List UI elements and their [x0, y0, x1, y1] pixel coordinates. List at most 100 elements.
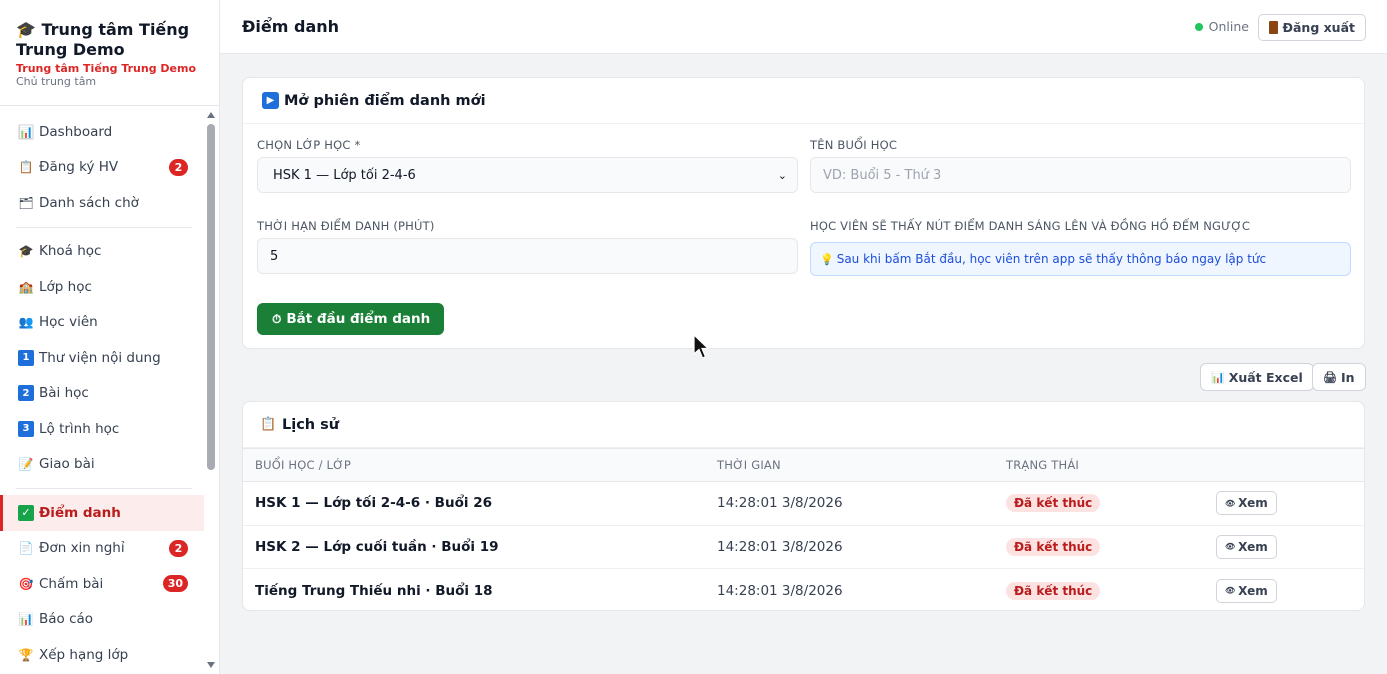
- time-cell: 14:28:01 3/8/2026: [705, 525, 994, 569]
- status-cell: Đã kết thúc: [994, 481, 1204, 526]
- status-cell: Đã kết thúc: [994, 525, 1204, 569]
- sidebar-item-attendance[interactable]: ✓ Điểm danh: [0, 495, 204, 531]
- column-header-actions: [1204, 448, 1364, 482]
- chevron-down-icon: ⌄: [777, 169, 787, 182]
- sidebar-item-class-ranking[interactable]: 🏆 Xếp hạng lớp: [0, 637, 204, 673]
- top-bar: Điểm danh Online Đăng xuất: [220, 0, 1387, 54]
- user-role: Chủ trung tâm: [16, 75, 97, 88]
- print-button[interactable]: 🖨 In: [1312, 363, 1366, 391]
- sidebar-item-label: Báo cáo: [39, 611, 94, 628]
- hint-label: HỌC VIÊN SẼ THẤY NÚT ĐIỂM DANH SÁNG LÊN …: [810, 219, 1251, 233]
- export-excel-button[interactable]: 📊 Xuất Excel: [1200, 363, 1314, 391]
- sidebar-item-label: Danh sách chờ: [39, 194, 139, 211]
- session-cell: HSK 2 — Lớp cuối tuần · Buổi 19: [243, 525, 705, 569]
- time-cell: 14:28:01 3/8/2026: [717, 582, 843, 599]
- new-session-card: ▶ Mở phiên điểm danh mới CHỌN LỚP HỌC * …: [242, 77, 1365, 349]
- sidebar-item-label: Đăng ký HV: [39, 159, 119, 176]
- brand: 🎓 Trung tâm Tiếng Trung Demo Trung tâm T…: [0, 0, 219, 106]
- divider: [0, 482, 204, 495]
- session-name-label: TÊN BUỔI HỌC: [810, 138, 898, 152]
- count-badge: 30: [162, 575, 188, 593]
- eye-icon: 👁: [1225, 586, 1236, 595]
- scroll-up-arrow-icon[interactable]: [207, 112, 215, 118]
- column-header-session: BUỔI HỌC / LỚP: [243, 448, 705, 482]
- logout-button[interactable]: Đăng xuất: [1257, 14, 1366, 41]
- sidebar-item-courses[interactable]: 🎓 Khoá học: [0, 234, 204, 270]
- brand-subtitle: Trung tâm Tiếng Trung Demo: [16, 62, 197, 75]
- sidebar-item-label: Lớp học: [39, 278, 92, 295]
- sidebar-scrollbar[interactable]: [205, 110, 217, 670]
- scroll-thumb[interactable]: [207, 124, 215, 470]
- status-badge: Đã kết thúc: [1006, 494, 1101, 513]
- view-button[interactable]: 👁 Xem: [1216, 534, 1277, 559]
- start-attendance-button[interactable]: ⏱ Bắt đầu điểm danh: [257, 303, 445, 335]
- sidebar-item-dashboard[interactable]: 📊 Dashboard: [0, 114, 204, 150]
- number-one-icon: 1: [18, 349, 34, 366]
- duration-input[interactable]: 5: [257, 238, 798, 274]
- sidebar-item-lessons[interactable]: 2 Bài học: [0, 376, 204, 412]
- history-card: 📋 Lịch sử BUỔI HỌC / LỚP THỜI GIAN TRẠNG…: [242, 401, 1365, 611]
- print-label: In: [1340, 369, 1355, 385]
- view-button[interactable]: 👁 Xem: [1216, 578, 1277, 603]
- graduation-cap-icon: 🎓: [18, 244, 34, 259]
- users-icon: 👥: [18, 315, 34, 330]
- count-badge: 2: [169, 158, 188, 176]
- class-select-label: CHỌN LỚP HỌC *: [257, 138, 361, 152]
- clipboard-icon: 📋: [260, 417, 277, 432]
- status-badge: Đã kết thúc: [1006, 537, 1101, 556]
- column-header-status: TRẠNG THÁI: [994, 448, 1204, 482]
- view-label: Xem: [1238, 583, 1268, 598]
- chart-icon: 📊: [1211, 370, 1225, 384]
- chart-icon: 📊: [18, 612, 34, 627]
- stopwatch-icon: ⏱: [272, 311, 282, 326]
- view-button[interactable]: 👁 Xem: [1216, 491, 1277, 516]
- sidebar-item-registrations[interactable]: 📋 Đăng ký HV 2: [0, 150, 204, 186]
- table-row: HSK 1 — Lớp tối 2-4-6 · Buổi 26 14:28:01…: [243, 481, 1364, 526]
- sidebar-item-waitlist[interactable]: 🗂 Danh sách chờ: [0, 185, 204, 221]
- duration-value: 5: [270, 248, 279, 264]
- document-icon: 📄: [18, 541, 34, 556]
- table-row: HSK 2 — Lớp cuối tuần · Buổi 19 14:28:01…: [243, 525, 1364, 569]
- sidebar-item-students[interactable]: 👥 Học viên: [0, 305, 204, 341]
- sidebar-item-leave-requests[interactable]: 📄 Đơn xin nghỉ 2: [0, 531, 204, 567]
- folder-icon: 🗂: [18, 195, 34, 210]
- status-cell: Đã kết thúc: [994, 569, 1204, 613]
- printer-icon: 🖨: [1323, 370, 1337, 384]
- number-two-icon: 2: [18, 385, 34, 402]
- export-excel-label: Xuất Excel: [1228, 369, 1303, 385]
- clipboard-icon: 📋: [18, 160, 34, 175]
- divider: [0, 221, 204, 234]
- card-header: 📋 Lịch sử: [243, 402, 1364, 448]
- card-header: ▶ Mở phiên điểm danh mới: [243, 78, 1364, 124]
- sidebar-item-reports[interactable]: 📊 Báo cáo: [0, 602, 204, 638]
- column-header-time: THỜI GIAN: [705, 448, 994, 482]
- sidebar-item-label: Lộ trình học: [39, 420, 120, 437]
- sidebar-item-label: Xếp hạng lớp: [39, 646, 129, 663]
- sidebar-item-learning-path[interactable]: 3 Lộ trình học: [0, 411, 204, 447]
- sidebar-item-grading[interactable]: 🎯 Chấm bài 30: [0, 566, 204, 602]
- sidebar-item-label: Điểm danh: [39, 504, 121, 521]
- school-icon: 🏫: [18, 279, 34, 294]
- class-select[interactable]: HSK 1 — Lớp tối 2-4-6 ⌄: [257, 157, 798, 193]
- scroll-down-arrow-icon[interactable]: [207, 662, 215, 668]
- eye-icon: 👁: [1225, 498, 1236, 508]
- view-label: Xem: [1238, 539, 1268, 554]
- play-icon: ▶: [262, 92, 279, 109]
- memo-icon: 📝: [18, 457, 34, 472]
- card-title: Mở phiên điểm danh mới: [284, 92, 486, 109]
- sidebar: 🎓 Trung tâm Tiếng Trung Demo Trung tâm T…: [0, 0, 220, 674]
- card-title: Lịch sử: [282, 416, 340, 433]
- duration-label: THỜI HẠN ĐIỂM DANH (PHÚT): [257, 219, 435, 233]
- door-icon: [1268, 21, 1278, 34]
- check-icon: ✓: [18, 504, 34, 521]
- hint-text: Sau khi bấm Bắt đầu, học viên trên app s…: [836, 252, 1267, 266]
- lightbulb-icon: 💡: [820, 252, 834, 266]
- session-name-input[interactable]: VD: Buổi 5 - Thứ 3: [810, 157, 1351, 193]
- sidebar-item-classes[interactable]: 🏫 Lớp học: [0, 269, 204, 305]
- eye-icon: 👁: [1225, 542, 1236, 552]
- table-header-row: BUỔI HỌC / LỚP THỜI GIAN TRẠNG THÁI: [243, 448, 1364, 482]
- sidebar-item-label: Thư viện nội dung: [39, 349, 161, 366]
- trophy-icon: 🏆: [18, 647, 34, 662]
- sidebar-item-content-library[interactable]: 1 Thư viện nội dung: [0, 340, 204, 376]
- sidebar-item-assignments[interactable]: 📝 Giao bài: [0, 447, 204, 483]
